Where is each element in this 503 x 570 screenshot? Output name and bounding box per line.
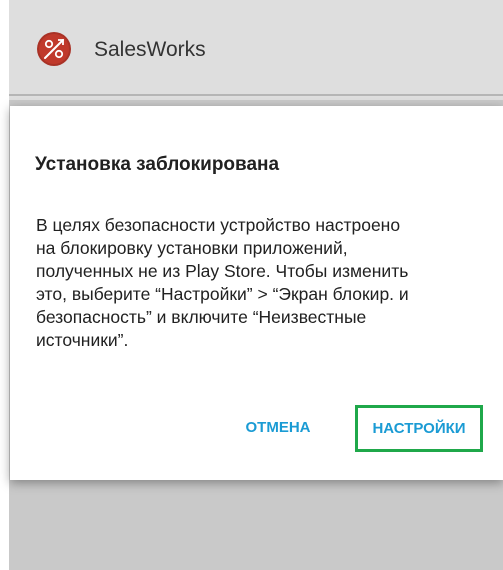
cancel-button[interactable]: ОТМЕНА [238,415,318,441]
app-header: SalesWorks [9,0,503,100]
app-logo-icon [37,32,71,66]
dialog-title: Установка заблокирована [35,154,280,175]
app-title: SalesWorks [94,38,206,61]
screen-edge [0,0,9,570]
install-blocked-dialog: Установка заблокирована В целях безопасн… [10,106,503,480]
dialog-message: В целях безопасности устройство настроен… [36,214,476,352]
dialog-message-line: В целях безопасности устройство настроен… [36,215,401,235]
dialog-message-line: на блокировку установки приложений, [36,238,348,258]
dialog-message-line: безопасность” и включите “Неизвестные [36,307,367,327]
dialog-message-line: полученных не из Play Store. Чтобы измен… [36,261,409,281]
dialog-message-line: источники”. [36,330,129,350]
settings-button[interactable]: НАСТРОЙКИ [355,405,483,452]
header-divider [9,94,503,96]
dialog-message-line: это, выберите “Настройки” > “Экран блоки… [36,284,409,304]
